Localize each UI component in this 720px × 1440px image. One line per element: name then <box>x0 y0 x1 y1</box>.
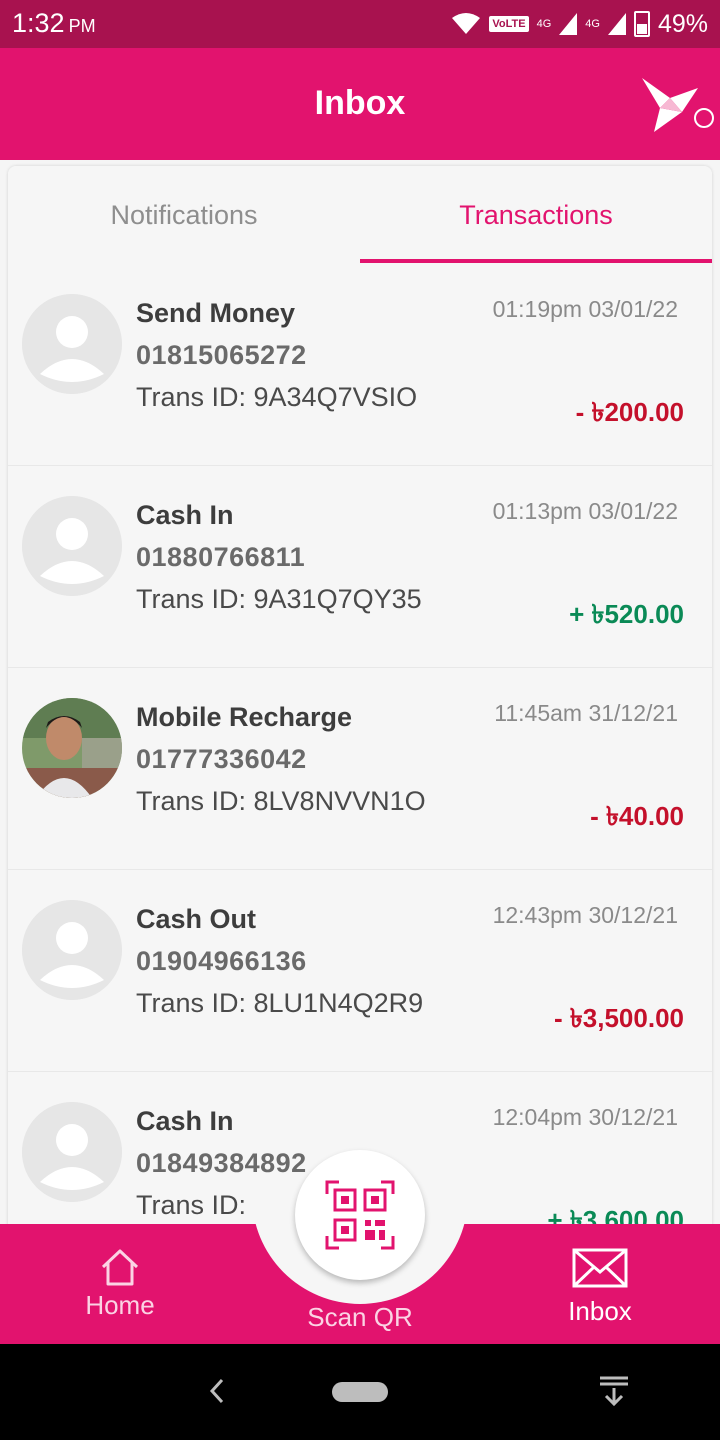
app-bar: Inbox <box>0 48 720 160</box>
transaction-id: Trans ID: 8LV8NVVN1O <box>136 786 426 816</box>
battery-percent: 49% <box>657 9 708 38</box>
notification-drawer-icon[interactable] <box>596 1374 632 1410</box>
signal-icon <box>559 13 578 35</box>
tab-notifications[interactable]: Notifications <box>8 166 360 264</box>
transaction-id: Trans ID: 8LU1N4Q2R9 <box>136 988 424 1018</box>
transaction-amount: - ৳3,500.00 <box>553 1003 684 1033</box>
transaction-amount: - ৳200.00 <box>575 397 684 427</box>
avatar <box>22 1102 122 1202</box>
transaction-type: Cash In <box>136 500 234 530</box>
transaction-time: 01:19pm 03/01/22 <box>492 296 678 322</box>
system-nav-bar <box>0 1344 720 1440</box>
nav-home-label: Home <box>85 1290 155 1320</box>
transaction-type: Send Money <box>136 298 296 328</box>
transaction-list: Send Money 01815065272 Trans ID: 9A34Q7V… <box>8 264 712 1274</box>
transaction-type: Mobile Recharge <box>136 702 353 732</box>
transaction-row[interactable]: Cash In 01880766811 Trans ID: 9A31Q7QY35… <box>8 466 712 668</box>
logo-ring-icon <box>694 108 714 128</box>
tab-bar: Notifications Transactions <box>8 166 712 264</box>
tab-transactions[interactable]: Transactions <box>360 166 712 264</box>
signal-icon <box>607 13 626 35</box>
person-placeholder-icon <box>22 496 122 596</box>
transaction-amount: + ৳520.00 <box>569 599 684 629</box>
person-placeholder-icon <box>22 1102 122 1202</box>
envelope-icon <box>572 1248 628 1288</box>
back-icon[interactable] <box>204 1376 228 1406</box>
battery-icon <box>633 11 650 37</box>
status-icons: VoLTE 4G 4G 49% <box>451 9 708 39</box>
wifi-icon <box>452 13 481 34</box>
transaction-number: 01880766811 <box>136 542 306 572</box>
person-placeholder-icon <box>22 294 122 394</box>
transaction-number: 01777336042 <box>136 744 307 774</box>
nav-scan-label: Scan QR <box>307 1302 413 1332</box>
avatar-photo <box>22 698 122 798</box>
avatar <box>22 294 122 394</box>
transaction-row[interactable]: Mobile Recharge 01777336042 Trans ID: 8L… <box>8 668 712 870</box>
transaction-row[interactable]: Cash Out 01904966136 Trans ID: 8LU1N4Q2R… <box>8 870 712 1072</box>
transaction-type: Cash In <box>136 1106 234 1136</box>
transaction-type: Cash Out <box>136 904 257 934</box>
transaction-time: 11:45am 31/12/21 <box>494 700 678 726</box>
scan-qr-button[interactable] <box>295 1150 425 1280</box>
transaction-row[interactable]: Send Money 01815065272 Trans ID: 9A34Q7V… <box>8 264 712 466</box>
bird-logo-icon <box>642 78 698 132</box>
status-bar: 1:32 PM VoLTE 4G 4G 49% <box>0 0 720 48</box>
tab-active-indicator <box>360 259 712 263</box>
person-placeholder-icon <box>22 900 122 1000</box>
nav-inbox-label: Inbox <box>568 1296 632 1326</box>
home-icon <box>101 1249 139 1286</box>
qr-code-icon <box>325 1180 395 1250</box>
volte-badge: VoLTE <box>489 16 529 32</box>
transaction-id: Trans ID: 9A34Q7VSIO <box>136 382 418 412</box>
nav-inbox[interactable]: Inbox <box>540 1224 660 1344</box>
network-label-2: 4G <box>585 18 600 30</box>
status-time: 1:32 PM <box>12 8 96 38</box>
avatar <box>22 496 122 596</box>
transaction-time: 01:13pm 03/01/22 <box>492 498 678 524</box>
transaction-id: Trans ID: 9A31Q7QY35 <box>136 584 422 614</box>
transaction-number: 01849384892 <box>136 1148 307 1178</box>
profile-photo-icon <box>22 698 122 798</box>
avatar <box>22 900 122 1000</box>
nav-home[interactable]: Home <box>60 1224 180 1344</box>
transaction-time: 12:04pm 30/12/21 <box>492 1104 678 1130</box>
network-label-1: 4G <box>536 18 552 30</box>
home-pill-icon[interactable] <box>332 1382 388 1402</box>
transaction-number: 01904966136 <box>136 946 307 976</box>
transaction-time: 12:43pm 30/12/21 <box>492 902 678 928</box>
page-title: Inbox <box>314 84 406 122</box>
transaction-amount: - ৳40.00 <box>590 801 684 831</box>
transaction-number: 01815065272 <box>136 340 307 370</box>
